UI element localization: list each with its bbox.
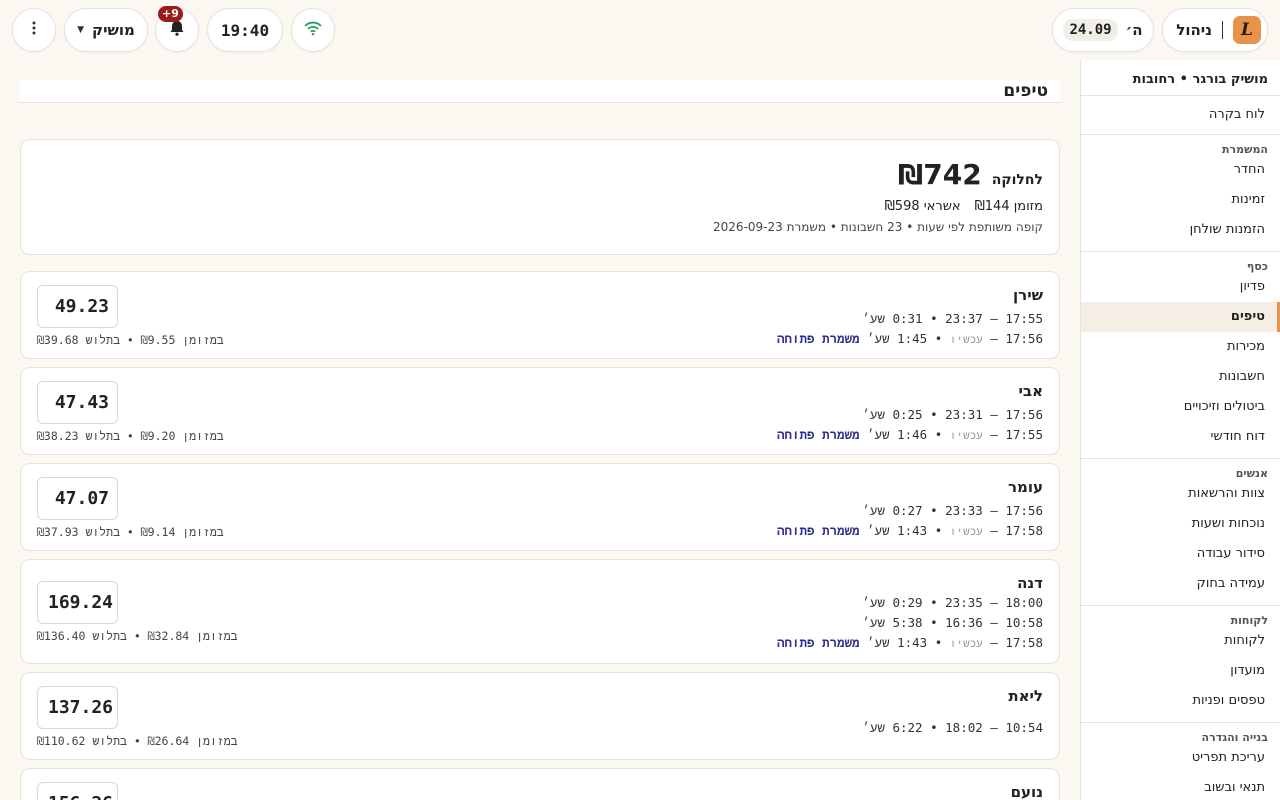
employee-tip-card: שירן 17:55 – 23:37 • 0:31 שע׳ 17:56 – עכ… xyxy=(20,271,1060,359)
tip-breakdown: במזומן ₪9.14 • בתלוש ₪37.93 xyxy=(37,525,224,539)
shift-line: 17:56 – 23:33 • 0:27 שע׳ xyxy=(862,503,1043,518)
sidebar-item-sales[interactable]: מכירות xyxy=(1081,332,1280,362)
sidebar-item-bills[interactable]: חשבונות xyxy=(1081,362,1280,392)
shift-line-open: 17:58 – עכשיו • 1:43 שע׳ משמרת פתוחה xyxy=(776,635,1043,650)
shift-line-open: 17:56 – עכשיו • 1:45 שע׳ משמרת פתוחה xyxy=(776,331,1043,346)
summary-total: ₪742 xyxy=(897,158,982,191)
shift-line: 18:00 – 23:35 • 0:29 שע׳ xyxy=(862,595,1043,610)
top-bar: ▼ מושיק +9 19:40 ה׳ 24.09 L ניהול xyxy=(0,0,1280,60)
employee-name: עומר xyxy=(1007,478,1043,496)
sidebar-item-revenue[interactable]: פדיון xyxy=(1081,272,1280,302)
sidebar-item-attendance[interactable]: נוכחות ושעות xyxy=(1081,509,1280,539)
brand-divider xyxy=(1222,21,1223,39)
shift-line-open: 17:58 – עכשיו • 1:43 שע׳ משמרת פתוחה xyxy=(776,523,1043,538)
shift-line: 10:54 – 18:02 • 6:22 שע׳ xyxy=(862,720,1043,735)
clock: 19:40 xyxy=(207,8,283,52)
tips-summary-card: לחלוקה ₪742 מזומן ₪144 אשראי ₪598 קופה מ… xyxy=(20,139,1060,255)
tip-breakdown: במזומן ₪32.84 • בתלוש ₪136.40 xyxy=(37,629,238,643)
employee-tip-card: דנה 18:00 – 23:35 • 0:29 שע׳ 10:58 – 16:… xyxy=(20,559,1060,664)
sidebar-item-monthly-report[interactable]: דוח חודשי xyxy=(1081,422,1280,452)
venue-name: מושיק בורגר • רחובות xyxy=(1081,60,1280,96)
bell-icon xyxy=(168,19,186,41)
sidebar-item-menu-edit[interactable]: עריכת תפריט xyxy=(1081,743,1280,773)
tip-breakdown: במזומן ₪26.64 • בתלוש ₪110.62 xyxy=(37,734,238,748)
user-name: מושיק xyxy=(92,21,135,39)
day-label: ה׳ xyxy=(1125,21,1143,39)
employee-tip-card: עומר 17:56 – 23:33 • 0:27 שע׳ 17:58 – עכ… xyxy=(20,463,1060,551)
sidebar-item-forms[interactable]: טפסים ופניות xyxy=(1081,686,1280,716)
shift-line: 17:56 – 23:31 • 0:25 שע׳ xyxy=(862,407,1043,422)
summary-cash: מזומן ₪144 xyxy=(974,199,1043,214)
date-display: ה׳ 24.09 xyxy=(1052,8,1154,52)
sidebar-item-compliance[interactable]: עמידה בחוק xyxy=(1081,569,1280,599)
page-title: טיפים xyxy=(1003,81,1048,101)
employee-tip-card: אבי 17:56 – 23:31 • 0:25 שע׳ 17:55 – עכש… xyxy=(20,367,1060,455)
summary-label: לחלוקה xyxy=(991,172,1043,188)
summary-credit: אשראי ₪598 xyxy=(884,199,961,214)
tip-amount-input[interactable]: 47.07 xyxy=(37,477,118,520)
employee-name: שירן xyxy=(1013,286,1043,304)
shift-line-open: 17:55 – עכשיו • 1:46 שע׳ משמרת פתוחה xyxy=(776,427,1043,442)
date-chip: 24.09 xyxy=(1063,19,1118,41)
sidebar-item-availability[interactable]: זמינות xyxy=(1081,185,1280,215)
employee-name: ליאת xyxy=(1008,687,1043,705)
sidebar-section-title: בנייה והגדרה xyxy=(1201,731,1268,744)
sidebar-item-room[interactable]: החדר xyxy=(1081,155,1280,185)
sidebar-section-title: אנשים xyxy=(1235,467,1268,480)
more-menu-button[interactable] xyxy=(12,8,56,52)
sidebar-item-staff-permissions[interactable]: צוות והרשאות xyxy=(1081,479,1280,509)
sidebar-section-title: המשמרת xyxy=(1222,143,1268,156)
notifications-button[interactable]: +9 xyxy=(155,6,199,52)
employee-name: אבי xyxy=(1018,382,1044,400)
tip-amount-input[interactable]: 137.26 xyxy=(37,686,118,729)
open-shift-label: משמרת פתוחה xyxy=(776,331,860,346)
sidebar-item-customers[interactable]: לקוחות xyxy=(1081,626,1280,656)
tip-breakdown: במזומן ₪9.55 • בתלוש ₪39.68 xyxy=(37,333,224,347)
sidebar-item-schedule[interactable]: סידור עבודה xyxy=(1081,539,1280,569)
tip-amount-input[interactable]: 49.23 xyxy=(37,285,118,328)
sidebar-item-dashboard[interactable]: לוח בקרה xyxy=(1081,100,1280,130)
main-content: טיפים לחלוקה ₪742 מזומן ₪144 אשראי ₪598 … xyxy=(20,60,1060,800)
shift-line: 17:55 – 23:37 • 0:31 שע׳ xyxy=(862,311,1043,326)
sidebar-group-customers: לקוחות לקוחות מועדון טפסים ופניות xyxy=(1081,606,1280,723)
sidebar-section-title: לקוחות xyxy=(1230,614,1268,627)
sidebar-group-shift: המשמרת החדר זמינות הזמנות שולחן xyxy=(1081,135,1280,252)
shift-line: 10:58 – 16:36 • 5:38 שע׳ xyxy=(862,615,1043,630)
wifi-icon xyxy=(303,20,323,40)
connection-status[interactable] xyxy=(291,8,335,52)
brand-home-button[interactable]: L ניהול xyxy=(1162,8,1268,52)
open-shift-label: משמרת פתוחה xyxy=(776,427,860,442)
employee-tip-card: נועם 156.26 xyxy=(20,768,1060,800)
tip-amount-input[interactable]: 47.43 xyxy=(37,381,118,424)
brand-logo-icon: L xyxy=(1233,16,1261,44)
sidebar: מושיק בורגר • רחובות לוח בקרה המשמרת החד… xyxy=(1080,60,1280,800)
sidebar-item-voids-refunds[interactable]: ביטולים וזיכויים xyxy=(1081,392,1280,422)
sidebar-group-money: כסף פדיון טיפים מכירות חשבונות ביטולים ו… xyxy=(1081,252,1280,459)
sidebar-group-top: לוח בקרה xyxy=(1081,96,1280,135)
sidebar-section-title: כסף xyxy=(1246,260,1268,273)
notification-badge: +9 xyxy=(158,6,183,22)
sidebar-item-tips[interactable]: טיפים xyxy=(1081,302,1280,332)
employee-tip-card: ליאת 10:54 – 18:02 • 6:22 שע׳ 137.26 במז… xyxy=(20,672,1060,760)
employee-name: דנה xyxy=(1017,574,1043,592)
sidebar-item-club[interactable]: מועדון xyxy=(1081,656,1280,686)
sidebar-item-table-reservations[interactable]: הזמנות שולחן xyxy=(1081,215,1280,245)
sidebar-group-build: בנייה והגדרה עריכת תפריט תנאי ובשוב xyxy=(1081,723,1280,800)
employee-name: נועם xyxy=(1010,783,1043,800)
brand-label: ניהול xyxy=(1176,21,1212,39)
sidebar-group-people: אנשים צוות והרשאות נוכחות ושעות סידור עב… xyxy=(1081,459,1280,606)
more-vertical-icon xyxy=(26,20,42,40)
summary-note: קופה משותפת לפי שעות • 23 חשבונות • משמר… xyxy=(713,220,1043,234)
page-header: טיפים xyxy=(20,80,1060,103)
tip-amount-input[interactable]: 156.26 xyxy=(37,782,118,800)
tip-amount-input[interactable]: 169.24 xyxy=(37,581,118,624)
open-shift-label: משמרת פתוחה xyxy=(776,635,860,650)
open-shift-label: משמרת פתוחה xyxy=(776,523,860,538)
user-menu-button[interactable]: ▼ מושיק xyxy=(64,8,148,52)
sidebar-item-terms[interactable]: תנאי ובשוב xyxy=(1081,773,1280,800)
chevron-down-icon: ▼ xyxy=(77,25,85,35)
tip-breakdown: במזומן ₪9.20 • בתלוש ₪38.23 xyxy=(37,429,224,443)
